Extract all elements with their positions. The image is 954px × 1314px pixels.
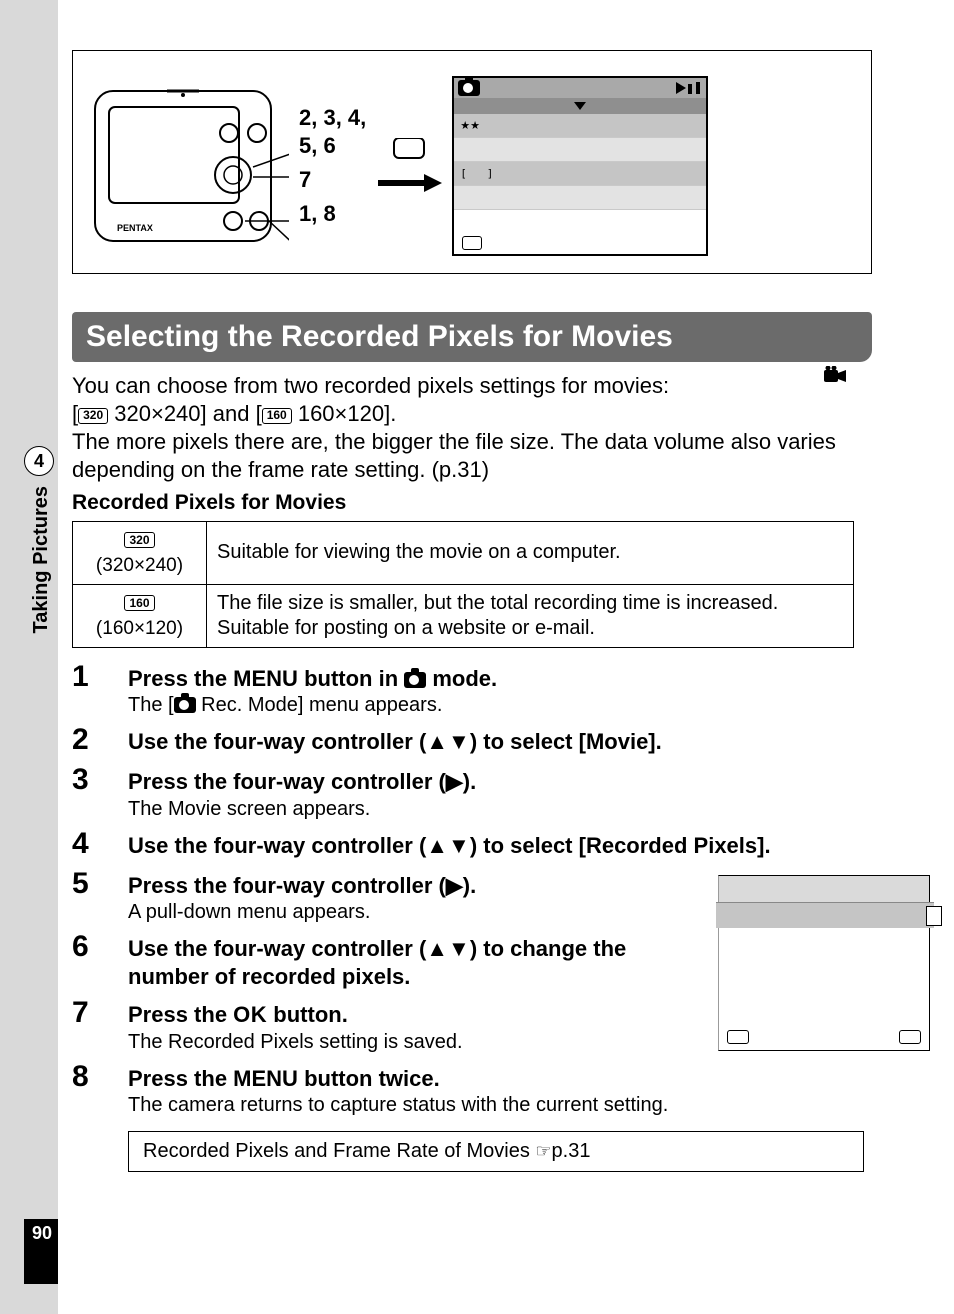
step8-sub: The camera returns to capture status wit…	[128, 1094, 872, 1117]
diagram-label-3: 1, 8	[299, 201, 336, 227]
step-number: 6	[72, 930, 102, 964]
s7a: Press the	[128, 1002, 233, 1027]
row1-badge: 320	[124, 532, 154, 548]
pointer-icon: ☞	[535, 1141, 551, 1161]
reference-box: Recorded Pixels and Frame Rate of Movies…	[128, 1131, 864, 1172]
page-number: 90	[24, 1219, 58, 1284]
step-number: 2	[72, 723, 102, 757]
table-heading: Recorded Pixels for Movies	[72, 491, 872, 515]
menu-indicator-icon	[727, 1030, 749, 1044]
badge-160: 160	[262, 408, 292, 424]
step3-heading: Press the four-way controller (▶).	[128, 768, 872, 796]
ok-indicator-icon	[462, 236, 482, 250]
s1sa: The [	[128, 694, 174, 716]
side-label: Taking Pictures	[30, 486, 53, 633]
table-row1-label: 320 (320×240)	[73, 521, 207, 584]
s1a: Press the	[128, 666, 233, 691]
step5-sub: A pull-down menu appears.	[128, 901, 648, 924]
bracket-icon: [ ]	[460, 167, 493, 180]
camera-brand-text: PENTAX	[117, 223, 153, 233]
step-number: 8	[72, 1060, 102, 1094]
step4-heading: Use the four-way controller (▲▼) to sele…	[128, 832, 872, 860]
table-row2-label: 160 (160×120)	[73, 584, 207, 647]
step3-sub: The Movie screen appears.	[128, 798, 872, 821]
ref-page: p.31	[552, 1140, 591, 1162]
lcd-preview: ★★ [ ]	[452, 76, 708, 256]
step5-heading: Press the four-way controller (▶).	[128, 872, 648, 900]
s8a: Press the	[128, 1066, 233, 1091]
intro-opt1: 320×240] and [	[108, 401, 262, 426]
intro-opt2: 160×120].	[292, 401, 397, 426]
section-title: Selecting the Recorded Pixels for Movies	[72, 312, 872, 362]
diagram-label-1a: 2, 3, 4,	[299, 105, 366, 131]
stars-icon: ★★	[460, 119, 480, 132]
step-number: 7	[72, 996, 102, 1030]
pixels-table: 320 (320×240) Suitable for viewing the m…	[72, 521, 854, 648]
step6-heading: Use the four-way controller (▲▼) to chan…	[128, 935, 648, 990]
row1-desc: Suitable for viewing the movie on a comp…	[207, 521, 854, 584]
arrow-icon	[376, 138, 442, 194]
s1c: mode.	[426, 666, 497, 691]
tools-icon	[688, 82, 702, 94]
intro-line3: The more pixels there are, the bigger th…	[72, 429, 836, 482]
step1-heading: Press the MENU button in mode.	[128, 665, 872, 693]
ref-text: Recorded Pixels and Frame Rate of Movies	[143, 1140, 535, 1162]
camera-back-illustration: PENTAX	[89, 71, 289, 261]
movie-mode-icon	[824, 366, 846, 389]
triangle-down-icon	[574, 102, 586, 110]
ok-indicator-icon	[899, 1030, 921, 1044]
s8b: button twice.	[298, 1066, 440, 1091]
step2-heading: Use the four-way controller (▲▼) to sele…	[128, 728, 872, 756]
step-number: 3	[72, 763, 102, 797]
s7b: button.	[267, 1002, 348, 1027]
step-number: 4	[72, 827, 102, 861]
camera-icon-inline	[174, 697, 196, 713]
step1-sub: The [ Rec. Mode] menu appears.	[128, 694, 872, 717]
chapter-number-badge: 4	[24, 446, 54, 476]
intro-text: You can choose from two recorded pixels …	[72, 372, 872, 485]
camera-mode-icon	[404, 672, 426, 688]
row2-desc: The file size is smaller, but the total …	[207, 584, 854, 647]
left-margin	[0, 0, 58, 1314]
intro-line1: You can choose from two recorded pixels …	[72, 373, 669, 398]
step-number: 1	[72, 660, 102, 694]
diagram-button-labels: 2, 3, 4, 5, 6 7 1, 8	[299, 105, 366, 227]
nav-right-icon	[676, 82, 686, 94]
s1sb: Rec. Mode] menu appears.	[196, 694, 443, 716]
step-number: 5	[72, 867, 102, 901]
top-diagram: PENTAX 2, 3, 4, 5, 6 7 1, 8	[72, 50, 872, 274]
selection-marker-icon	[926, 906, 942, 926]
diagram-label-1b: 5, 6	[299, 133, 336, 159]
lcd-small-preview	[718, 875, 930, 1051]
menu-word-2: MENU	[233, 1066, 298, 1091]
row2-badge: 160	[124, 595, 154, 611]
s1b: button in	[298, 666, 404, 691]
diagram-label-2: 7	[299, 167, 311, 193]
step8-heading: Press the MENU button twice.	[128, 1065, 872, 1093]
menu-word: MENU	[233, 666, 298, 691]
badge-320: 320	[78, 408, 108, 424]
ok-word: OK	[233, 1002, 267, 1027]
camera-icon	[458, 80, 480, 96]
row1-dim: (320×240)	[96, 555, 183, 576]
row2-dim: (160×120)	[96, 618, 183, 639]
